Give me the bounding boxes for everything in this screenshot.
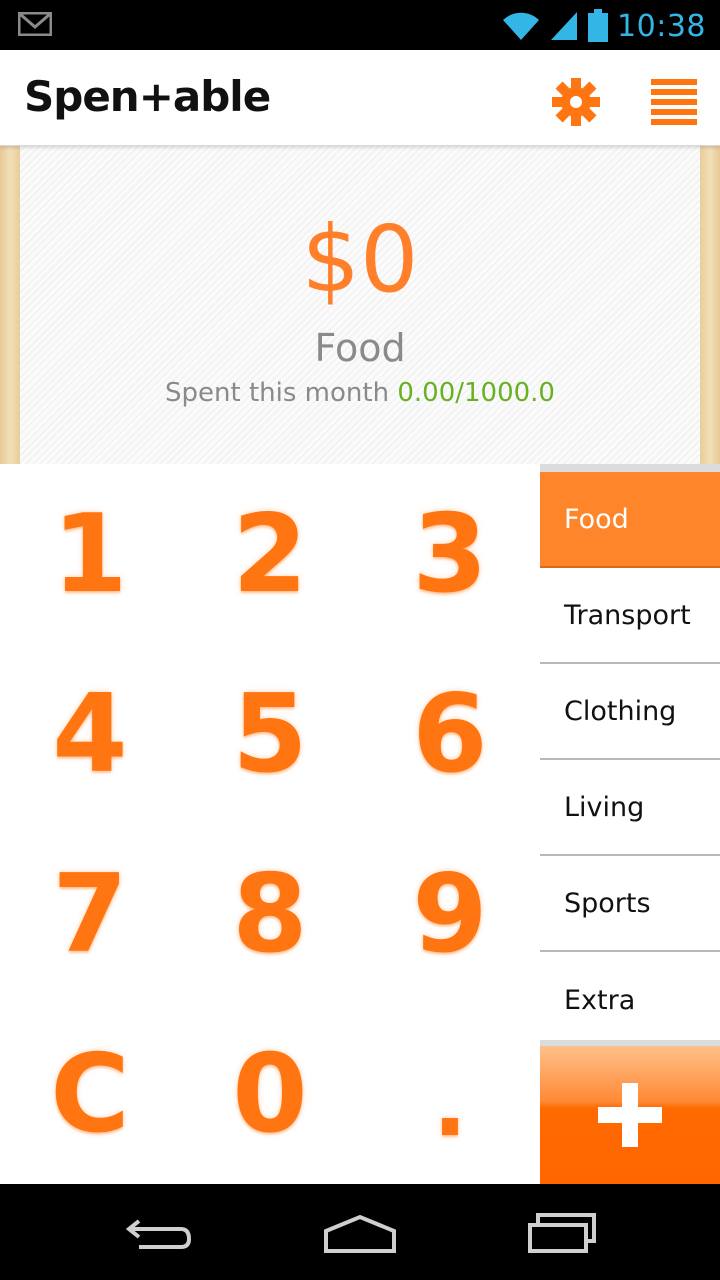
settings-icon [552, 78, 600, 126]
keypad: 1 2 3 4 5 6 7 8 9 C 0 . [0, 464, 540, 1184]
category-item-sports[interactable]: Sports [540, 856, 720, 952]
back-icon [125, 1219, 192, 1249]
wifi-icon [503, 12, 540, 40]
system-nav-bar [0, 1184, 720, 1280]
monthly-spent-line: Spent this month 0.00/1000.0 [20, 378, 700, 408]
selected-category-label: Food [314, 326, 406, 370]
settings-button[interactable] [548, 74, 604, 130]
menu-button[interactable] [646, 74, 702, 130]
status-bar: 10:38 [0, 0, 720, 50]
key-clear[interactable]: C [0, 1004, 180, 1184]
key-decimal[interactable]: . [360, 1014, 540, 1194]
key-3[interactable]: 3 [360, 464, 540, 644]
key-4[interactable]: 4 [0, 644, 180, 824]
summary-card: $0 Food Spent this month 0.00/1000.0 [20, 146, 700, 464]
summary-frame: $0 Food Spent this month 0.00/1000.0 [0, 146, 720, 464]
app-logo: Spen+able [24, 72, 271, 121]
recent-apps-button[interactable] [522, 1208, 602, 1258]
key-2[interactable]: 2 [180, 464, 360, 644]
home-button[interactable] [320, 1208, 400, 1258]
key-5[interactable]: 5 [180, 644, 360, 824]
category-item-extra[interactable]: Extra [540, 952, 720, 1048]
key-7[interactable]: 7 [0, 824, 180, 1004]
amount-display: $0 [301, 206, 419, 313]
category-item-food[interactable]: Food [540, 472, 720, 568]
key-9[interactable]: 9 [360, 824, 540, 1004]
home-icon [324, 1214, 396, 1253]
gmail-icon [17, 11, 53, 37]
key-6[interactable]: 6 [360, 644, 540, 824]
key-8[interactable]: 8 [180, 824, 360, 1004]
key-0[interactable]: 0 [180, 1004, 360, 1184]
plus-icon [598, 1083, 662, 1147]
category-list: Food Transport Clothing Living Sports Ex… [540, 464, 720, 1048]
add-expense-button[interactable] [540, 1040, 720, 1184]
recent-apps-icon [528, 1213, 596, 1253]
app-bar: Spen+able [0, 50, 720, 146]
category-item-clothing[interactable]: Clothing [540, 664, 720, 760]
spent-label: Spent this month [165, 378, 390, 408]
status-time: 10:38 [617, 8, 706, 44]
battery-icon [588, 9, 609, 42]
signal-icon [551, 12, 578, 40]
gmail-notification [17, 11, 53, 41]
menu-icon [651, 79, 697, 125]
category-item-living[interactable]: Living [540, 760, 720, 856]
spent-value: 0.00/1000.0 [397, 378, 555, 408]
key-1[interactable]: 1 [0, 464, 180, 644]
category-item-transport[interactable]: Transport [540, 568, 720, 664]
back-button[interactable] [120, 1208, 200, 1258]
